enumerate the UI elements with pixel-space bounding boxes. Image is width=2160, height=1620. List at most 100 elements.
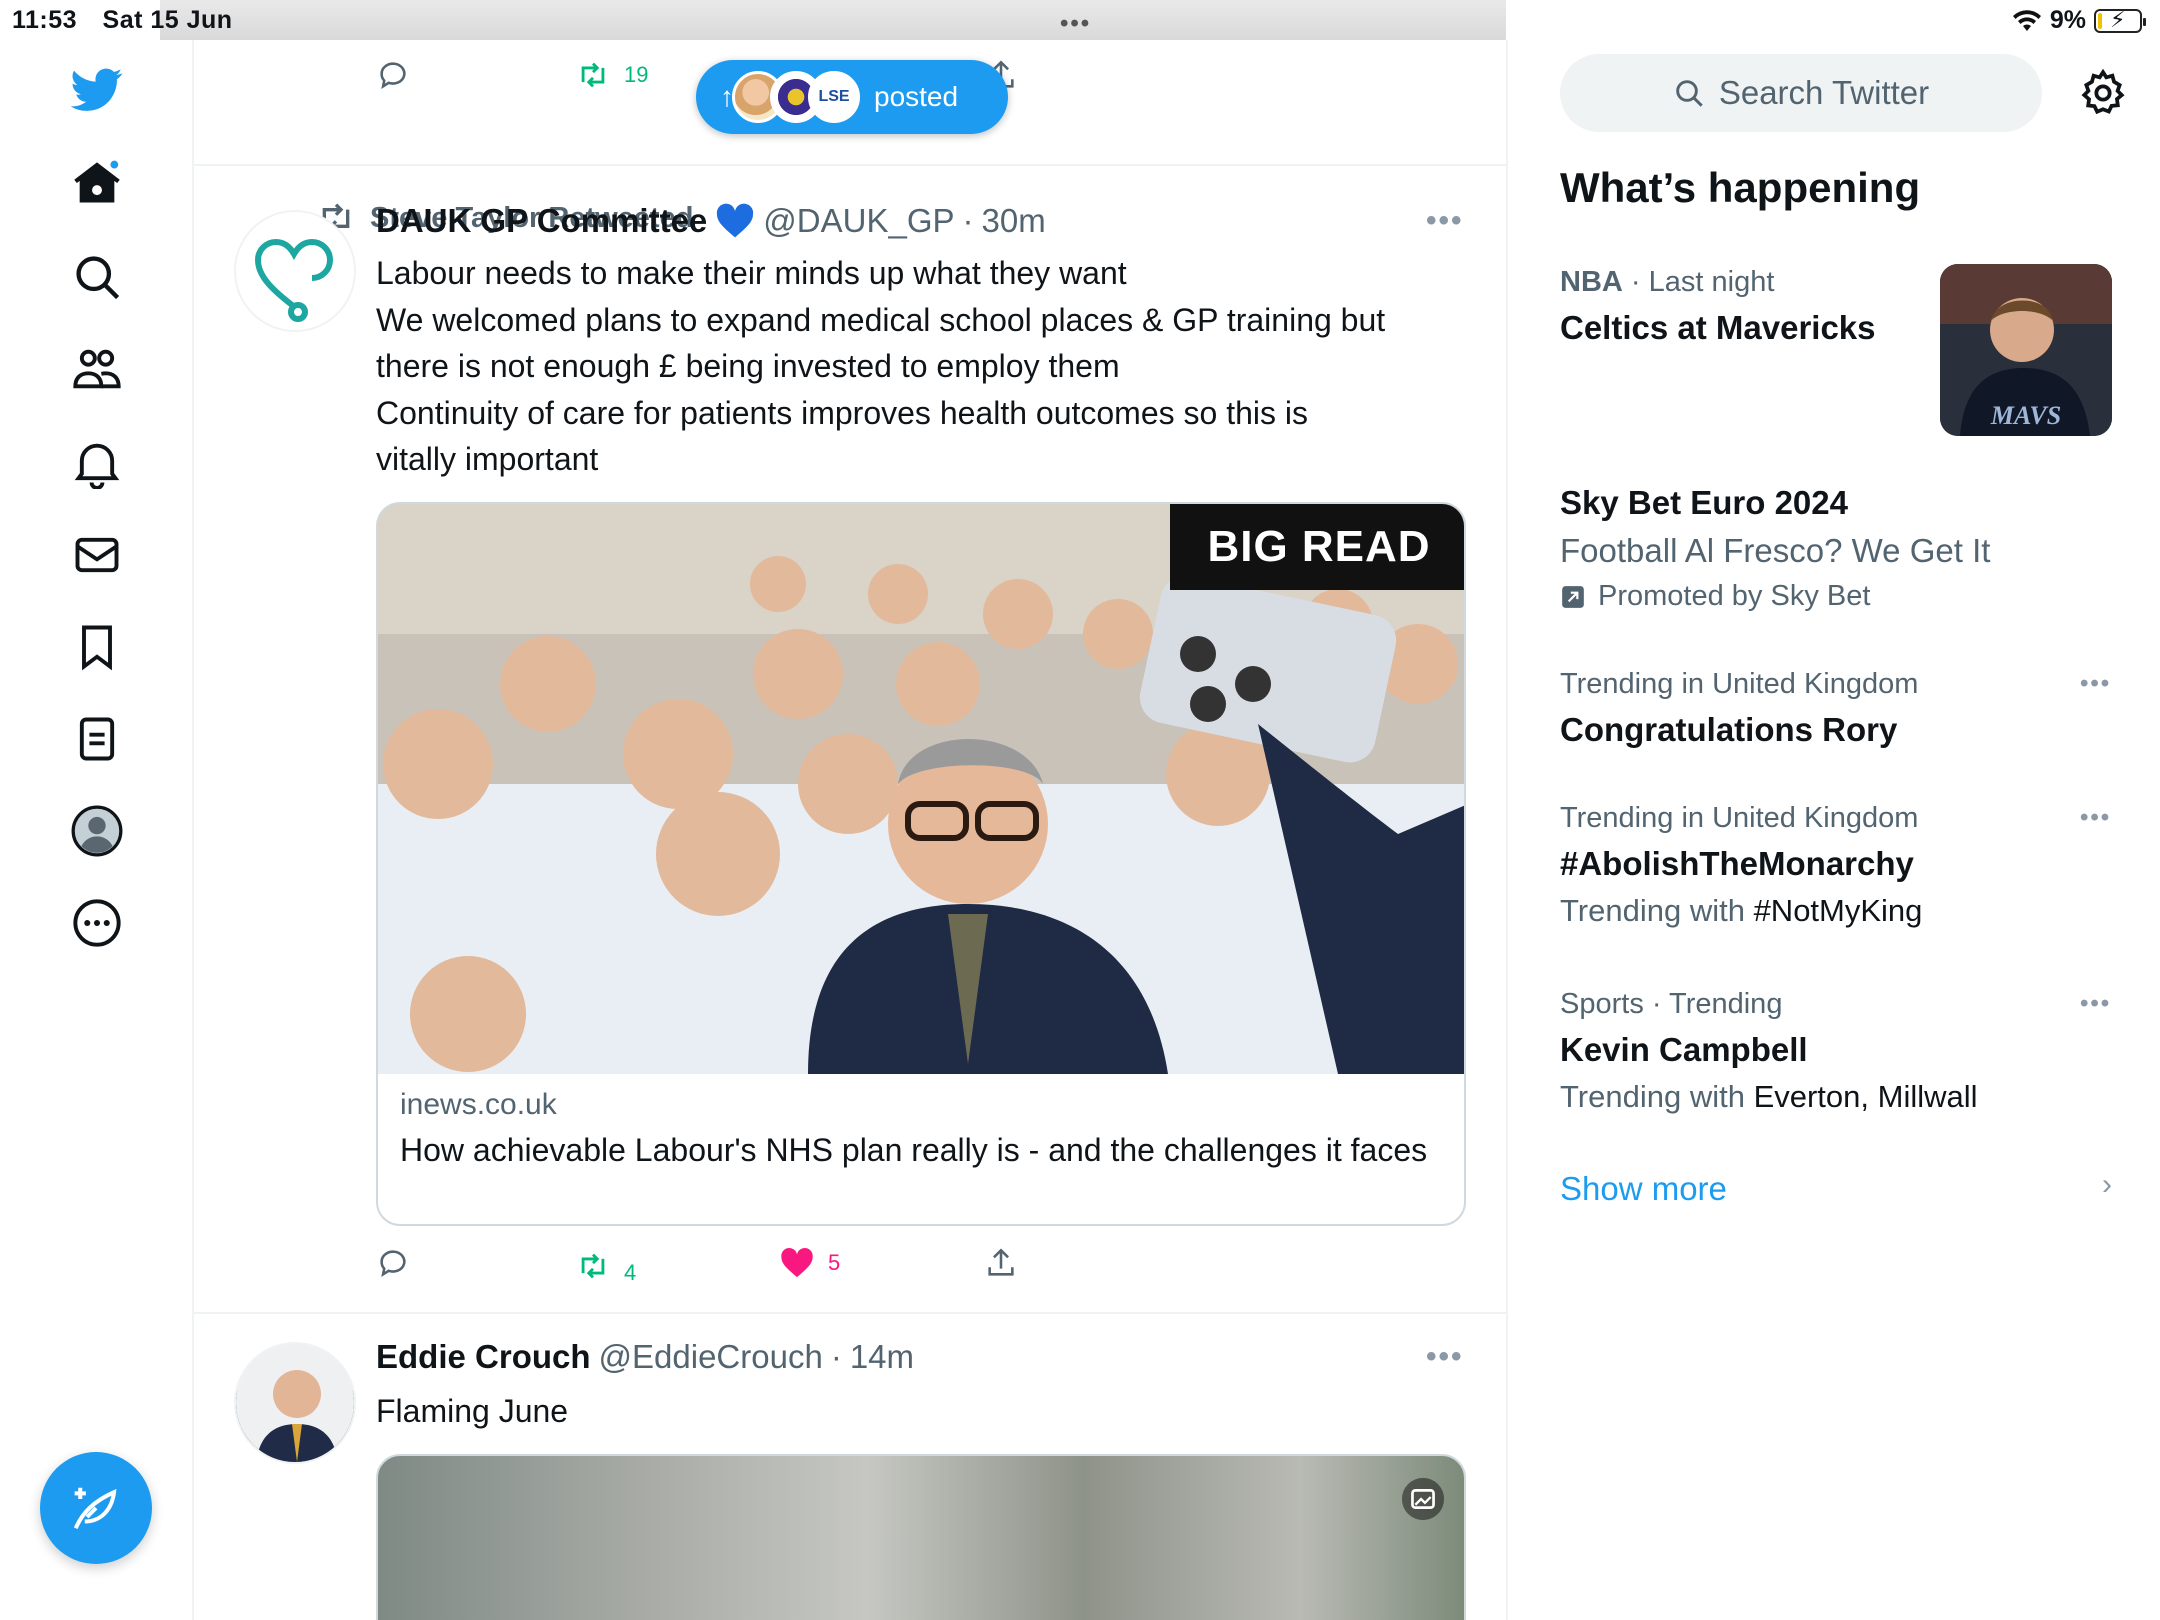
bell-icon bbox=[74, 443, 120, 489]
trend-item[interactable]: Trending in United Kingdom Congratulatio… bbox=[1560, 668, 2120, 749]
trend-category-strong: NBA bbox=[1560, 266, 1623, 298]
more-icon bbox=[73, 899, 121, 947]
tweet2-author-name[interactable]: Eddie Crouch bbox=[376, 1338, 591, 1376]
tweet1-header: DAUK GP Committee @DAUK_GP · 30m bbox=[376, 202, 1046, 240]
list-icon bbox=[79, 717, 115, 761]
trend-item-promoted[interactable]: Sky Bet Euro 2024 Football Al Fresco? We… bbox=[1560, 484, 2120, 613]
basketball-player-photo: MAVS bbox=[1940, 264, 2112, 436]
tweet1-more-icon[interactable]: ••• bbox=[1426, 204, 1464, 238]
trend-item[interactable]: Trending in United Kingdom #AbolishTheMo… bbox=[1560, 802, 2120, 929]
share-icon bbox=[988, 1248, 1014, 1276]
trend-title: Sky Bet Euro 2024 bbox=[1560, 484, 1848, 521]
search-input[interactable]: Search Twitter bbox=[1560, 54, 2042, 132]
tweet1-share-button[interactable] bbox=[984, 1246, 1018, 1280]
trend-category: Trending in United Kingdom bbox=[1560, 802, 1919, 834]
trend-title: Kevin Campbell bbox=[1560, 1031, 1808, 1068]
trend-title: #AbolishTheMonarchy bbox=[1560, 845, 1914, 882]
status-date: Sat 15 Jun bbox=[102, 6, 233, 34]
tweet1-line: We welcomed plans to expand medical scho… bbox=[376, 301, 1386, 338]
tweet1-author-name[interactable]: DAUK GP Committee bbox=[376, 202, 707, 240]
search-icon bbox=[1676, 80, 1703, 107]
settings-gear-icon[interactable] bbox=[2078, 68, 2128, 118]
tweet1-like-button[interactable]: 5 bbox=[780, 1246, 840, 1280]
nav-communities[interactable] bbox=[62, 334, 132, 404]
status-time: 11:53 bbox=[12, 6, 78, 34]
tweet1-line: there is not enough £ being invested to … bbox=[376, 348, 1120, 384]
tweet1-separator: · bbox=[962, 202, 974, 239]
nav-messages[interactable] bbox=[62, 520, 132, 590]
eddie-avatar[interactable] bbox=[234, 1342, 356, 1464]
trend-title: Congratulations Rory bbox=[1560, 711, 1898, 748]
left-nav bbox=[0, 40, 194, 1620]
nav-profile[interactable] bbox=[62, 796, 132, 866]
promoted-line: Promoted by Sky Bet bbox=[1560, 580, 2120, 613]
battery-percent: 9% bbox=[2049, 6, 2086, 34]
link-card[interactable]: BIG READ inews.co.uk How achievable Labo… bbox=[376, 502, 1466, 1226]
nav-lists[interactable] bbox=[62, 704, 132, 774]
battery-icon: ⚡ bbox=[2094, 7, 2146, 33]
tweet-divider bbox=[194, 1312, 1506, 1314]
trend-more-icon[interactable]: ••• bbox=[2080, 990, 2111, 1018]
tweet2-line: Flaming June bbox=[376, 1393, 569, 1429]
prev-retweet-count: 19 bbox=[624, 62, 649, 87]
avatar-icon bbox=[71, 805, 123, 857]
trend-with-tag[interactable]: Everton, Millwall bbox=[1754, 1079, 1978, 1114]
twitter-logo-icon[interactable] bbox=[62, 54, 132, 124]
nav-more[interactable] bbox=[62, 888, 132, 958]
search-placeholder: Search Twitter bbox=[1718, 74, 1930, 111]
bookmark-icon bbox=[82, 625, 112, 671]
chevron-right-icon: › bbox=[2102, 1168, 2112, 1201]
retweet-icon bbox=[581, 1253, 605, 1279]
multitask-bar: ••• bbox=[160, 0, 1506, 40]
tweet2-header: Eddie Crouch @EddieCrouch · 14m bbox=[376, 1338, 914, 1376]
tweet1-line: vitally important bbox=[376, 441, 599, 477]
tweet-divider bbox=[194, 164, 1506, 166]
nav-notifications[interactable] bbox=[62, 428, 132, 498]
trend-thumbnail: MAVS bbox=[1940, 264, 2112, 436]
compose-feather-icon bbox=[73, 1487, 117, 1530]
nav-bookmarks[interactable] bbox=[62, 612, 132, 682]
trend-category: Trending in United Kingdom bbox=[1560, 668, 1919, 700]
show-more-link[interactable]: Show more bbox=[1560, 1170, 1727, 1208]
trend-more-icon[interactable]: ••• bbox=[2080, 804, 2111, 832]
tweet2-more-icon[interactable]: ••• bbox=[1426, 1340, 1464, 1374]
mail-icon bbox=[75, 537, 119, 573]
trend-item[interactable]: Sports · Trending Kevin Campbell Trendin… bbox=[1560, 988, 2120, 1115]
tweet1-like-count: 5 bbox=[828, 1250, 841, 1275]
prev-reply-button[interactable] bbox=[376, 58, 410, 92]
tweet1-author-handle[interactable]: @DAUK_GP bbox=[763, 202, 954, 240]
big-read-badge: BIG READ bbox=[1170, 504, 1464, 590]
tweet1-line: Continuity of care for patients improves… bbox=[376, 394, 1308, 431]
new-posts-pill[interactable]: ↑ LSE posted bbox=[696, 60, 1008, 134]
tweet2-media[interactable] bbox=[376, 1454, 1466, 1620]
reply-icon bbox=[380, 1250, 406, 1277]
nav-explore[interactable] bbox=[62, 242, 132, 312]
trend-subtitle: Football Al Fresco? We Get It bbox=[1560, 532, 1991, 569]
tweet1-reply-button[interactable] bbox=[376, 1246, 410, 1280]
tweet1-retweet-button[interactable]: 4 bbox=[576, 1246, 636, 1286]
nav-home[interactable] bbox=[62, 148, 132, 218]
retweet-icon bbox=[581, 62, 605, 88]
status-bar: ••• 11:53 Sat 15 Jun 9% ⚡ bbox=[0, 0, 2160, 40]
trend-subtitle: Trending with #NotMyKing bbox=[1560, 893, 2120, 929]
prev-retweet-button[interactable]: 19 bbox=[576, 58, 648, 92]
multitask-dots[interactable]: ••• bbox=[1060, 10, 1091, 38]
dauk-avatar[interactable] bbox=[234, 210, 356, 332]
tweet1-timestamp[interactable]: 30m bbox=[982, 202, 1046, 240]
tweet2-timestamp[interactable]: 14m bbox=[850, 1338, 914, 1376]
compose-tweet-button[interactable] bbox=[40, 1452, 152, 1564]
promoted-label: Promoted by Sky Bet bbox=[1598, 580, 1871, 612]
trend-with-tag[interactable]: #NotMyKing bbox=[1754, 893, 1923, 928]
trend-more-icon[interactable]: ••• bbox=[2080, 670, 2111, 698]
tweet1-retweet-count: 4 bbox=[624, 1260, 637, 1285]
trend-with-label: Trending with bbox=[1560, 893, 1754, 928]
wifi-icon bbox=[2012, 9, 2041, 31]
search-icon bbox=[76, 256, 120, 300]
tweet2-separator: · bbox=[830, 1338, 842, 1375]
people-icon bbox=[73, 349, 121, 389]
tweet2-author-handle[interactable]: @EddieCrouch bbox=[599, 1338, 823, 1376]
trend-subtitle: Trending with Everton, Millwall bbox=[1560, 1079, 2120, 1115]
person-photo bbox=[236, 1344, 354, 1462]
tweet2-text: Flaming June bbox=[376, 1388, 1456, 1435]
promoted-icon bbox=[1562, 585, 1584, 608]
